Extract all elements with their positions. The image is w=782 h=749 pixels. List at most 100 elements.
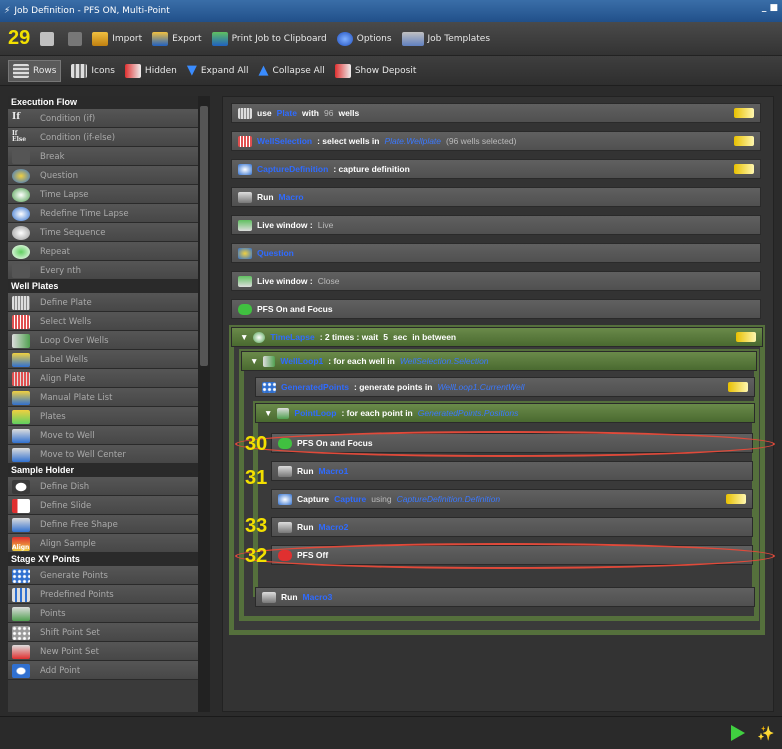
status-bar: ✨ (0, 716, 782, 749)
well-loop-header[interactable]: ▼ WellLoop1 : for each well in WellSelec… (241, 351, 757, 371)
print-button[interactable]: Print Job to Clipboard (211, 31, 327, 46)
counter-badge: 29 (8, 27, 31, 49)
window-controls[interactable]: _ ■ (762, 3, 778, 13)
section-well-plates: Well Plates (8, 280, 208, 293)
section-stage-xy: Stage XY Points (8, 553, 208, 566)
palette-item[interactable]: Select Wells (8, 312, 208, 331)
add-point-icon (12, 663, 30, 678)
templates-icon (401, 31, 424, 46)
job-run-macro1[interactable]: Run Macro1 (271, 461, 753, 481)
job-well-selection[interactable]: WellSelection : select wells in Plate.We… (231, 131, 761, 151)
show-deposit-button[interactable]: Show Deposit (334, 63, 416, 78)
job-live-window-close[interactable]: Live window : Close (231, 271, 761, 291)
palette-item[interactable]: Break (8, 147, 208, 166)
macro-icon (262, 591, 276, 603)
point-loop-header[interactable]: ▼ PointLoop : for each point in Generate… (255, 403, 755, 423)
job-generated-points[interactable]: GeneratedPoints : generate points in Wel… (255, 377, 755, 397)
step-label-31: 31 (245, 467, 268, 489)
palette-item[interactable]: Redefine Time Lapse (8, 204, 208, 223)
palette-item[interactable]: Generate Points (8, 566, 208, 585)
palette-item[interactable]: Define Dish (8, 477, 208, 496)
palette-item[interactable]: Points (8, 604, 208, 623)
if-icon: If (12, 111, 21, 122)
palette-item[interactable]: Time Lapse (8, 185, 208, 204)
job-use-plate[interactable]: use Plate with 96 wells (231, 103, 761, 123)
time-lapse-header[interactable]: ▼ TimeLapse : 2 times : wait 5 sec in be… (231, 327, 763, 347)
palette-item[interactable]: Loop Over Wells (8, 331, 208, 350)
palette-item[interactable]: If Condition (if) (8, 109, 208, 128)
palette-item[interactable]: Define Free Shape (8, 515, 208, 534)
capture-icon (278, 493, 292, 505)
step-label-32: 32 (245, 545, 268, 567)
icons-button[interactable]: Icons (71, 63, 115, 78)
scroll-thumb[interactable] (200, 106, 208, 366)
job-capture[interactable]: Capture Capture using CaptureDefinition.… (271, 489, 753, 509)
job-run-macro[interactable]: Run Macro (231, 187, 761, 207)
run-icon[interactable] (40, 31, 55, 46)
import-button[interactable]: Import (92, 31, 142, 46)
palette-item[interactable]: Manual Plate List (8, 388, 208, 407)
slide-icon (12, 498, 30, 513)
play-icon[interactable] (731, 725, 745, 741)
palette-item[interactable]: Add Point (8, 661, 208, 680)
palette-item[interactable]: Label Wells (8, 350, 208, 369)
edit-tools-icon[interactable] (736, 332, 756, 342)
question-icon (238, 247, 252, 259)
time-lapse-icon (253, 331, 266, 343)
palette-item[interactable]: Question (8, 166, 208, 185)
expand-all-button[interactable]: ▼ Expand All (187, 63, 249, 78)
macro-icon (238, 191, 252, 203)
edit-tools-icon[interactable] (726, 494, 746, 504)
collapse-arrow-icon[interactable]: ▼ (250, 356, 258, 366)
job-run-macro2[interactable]: Run Macro2 (271, 517, 753, 537)
redefine-time-lapse-icon (12, 206, 30, 221)
hidden-button[interactable]: Hidden (124, 63, 177, 78)
predefined-points-icon (12, 587, 30, 602)
templates-button[interactable]: Job Templates (401, 31, 490, 46)
move-to-well-center-icon (12, 447, 30, 462)
job-capture-definition[interactable]: CaptureDefinition : capture definition (231, 159, 761, 179)
palette-item[interactable]: Plates (8, 407, 208, 426)
align-plate-icon (12, 371, 30, 386)
edit-tools-icon[interactable] (734, 108, 754, 118)
collapse-all-button[interactable]: ▲ Collapse All (259, 63, 325, 78)
palette-item[interactable]: Align Align Sample (8, 534, 208, 553)
palette-item[interactable]: Repeat (8, 242, 208, 261)
palette-item[interactable]: Move to Well Center (8, 445, 208, 464)
rows-button[interactable]: Rows (8, 59, 62, 82)
palette-item[interactable]: Define Slide (8, 496, 208, 515)
job-live-window[interactable]: Live window : Live (231, 215, 761, 235)
manual-plate-list-icon (12, 390, 30, 405)
edit-tools-icon[interactable] (734, 136, 754, 146)
palette-item[interactable]: Define Plate (8, 293, 208, 312)
icons-view-icon (71, 63, 88, 78)
collapse-arrow-icon[interactable]: ▼ (240, 332, 248, 342)
palette-item[interactable]: Shift Point Set (8, 623, 208, 642)
options-button[interactable]: Options (336, 31, 392, 46)
palette-item[interactable]: If Else Condition (if-else) (8, 128, 208, 147)
collapse-arrow-icon[interactable]: ▼ (264, 408, 272, 418)
job-editor: use Plate with 96 wells WellSelection : … (222, 96, 775, 712)
job-question[interactable]: Question (231, 243, 761, 263)
capture-definition-icon (238, 163, 252, 175)
palette-item[interactable]: Predefined Points (8, 585, 208, 604)
section-sample-holder: Sample Holder (8, 464, 208, 477)
edit-tools-icon[interactable] (728, 382, 748, 392)
job-pfs-on-focus[interactable]: PFS On and Focus (231, 299, 761, 319)
palette-item[interactable]: Align Plate (8, 369, 208, 388)
move-to-well-icon (12, 428, 30, 443)
job-run-macro3[interactable]: Run Macro3 (255, 587, 755, 607)
highlight-ring-pfs-off (235, 543, 775, 569)
plates-icon (12, 409, 30, 424)
collapse-arrow-icon: ▲ (258, 63, 269, 78)
export-button[interactable]: Export (152, 31, 202, 46)
palette-scrollbar[interactable] (198, 96, 210, 712)
palette-item[interactable]: Move to Well (8, 426, 208, 445)
palette-item[interactable]: Time Sequence (8, 223, 208, 242)
edit-tools-icon[interactable] (734, 164, 754, 174)
back-icon[interactable] (68, 31, 83, 46)
select-wells-icon (12, 314, 30, 329)
palette-item[interactable]: New Point Set (8, 642, 208, 661)
wand-icon[interactable]: ✨ (757, 727, 775, 741)
palette-item[interactable]: Every nth (8, 261, 208, 280)
